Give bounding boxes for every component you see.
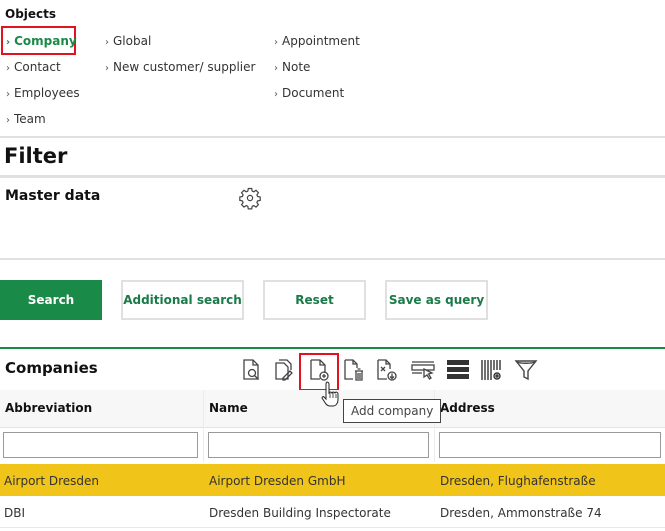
object-link-label: New customer/ supplier xyxy=(113,60,256,74)
address-filter-input[interactable] xyxy=(439,432,661,458)
section-divider xyxy=(0,136,665,138)
object-link-label: Document xyxy=(282,86,345,100)
cell-address: Dresden, Flughafenstraße xyxy=(440,474,596,488)
add-company-tooltip: Add company xyxy=(343,399,442,423)
chevron-right-icon: › xyxy=(105,63,109,74)
object-link-label: Note xyxy=(282,60,311,74)
additional-search-button[interactable]: Additional search xyxy=(121,280,244,320)
filter-heading: Filter xyxy=(4,144,68,168)
cell-abbreviation: DBI xyxy=(4,506,26,520)
object-link-contact[interactable]: › Contact xyxy=(6,60,61,74)
chevron-right-icon: › xyxy=(274,63,278,74)
chevron-right-icon: › xyxy=(274,89,278,100)
reset-button[interactable]: Reset xyxy=(263,280,366,320)
column-header-name[interactable]: Name xyxy=(209,401,248,415)
edit-document-icon[interactable] xyxy=(270,355,298,385)
chevron-right-icon: › xyxy=(105,37,109,48)
export-document-icon[interactable] xyxy=(373,355,401,385)
gear-icon[interactable] xyxy=(238,186,262,210)
section-divider xyxy=(0,175,665,178)
cell-abbreviation: Airport Dresden xyxy=(4,474,100,488)
column-header-abbreviation[interactable]: Abbreviation xyxy=(5,401,92,415)
objects-heading: Objects xyxy=(5,7,57,21)
object-link-label: Contact xyxy=(14,60,61,74)
object-link-document[interactable]: › Document xyxy=(274,86,344,100)
rows-icon[interactable] xyxy=(444,355,472,385)
object-link-new-customer-supplier[interactable]: › New customer/ supplier xyxy=(105,60,255,74)
object-link-global[interactable]: › Global xyxy=(105,34,151,48)
object-link-label: Appointment xyxy=(282,34,360,48)
cell-address: Dresden, Ammonstraße 74 xyxy=(440,506,602,520)
chevron-right-icon: › xyxy=(274,37,278,48)
chevron-right-icon: › xyxy=(6,63,10,74)
object-link-company[interactable]: › Company xyxy=(6,34,77,48)
chevron-right-icon: › xyxy=(6,115,10,126)
cell-name: Dresden Building Inspectorate xyxy=(209,506,391,520)
cell-name: Airport Dresden GmbH xyxy=(209,474,346,488)
master-data-heading: Master data xyxy=(5,188,101,204)
filter-funnel-icon[interactable] xyxy=(512,355,540,385)
column-separator xyxy=(203,390,204,462)
object-link-note[interactable]: › Note xyxy=(274,60,310,74)
chevron-right-icon: › xyxy=(6,37,11,48)
object-link-appointment[interactable]: › Appointment xyxy=(274,34,360,48)
object-link-employees[interactable]: › Employees xyxy=(6,86,80,100)
section-divider xyxy=(0,258,665,260)
select-rows-icon[interactable] xyxy=(409,355,437,385)
object-link-label: Company xyxy=(14,34,77,48)
delete-document-icon[interactable] xyxy=(340,355,368,385)
name-filter-input[interactable] xyxy=(208,432,429,458)
hand-cursor-icon xyxy=(320,380,342,408)
companies-heading: Companies xyxy=(5,359,98,377)
column-header-address[interactable]: Address xyxy=(440,401,495,415)
section-divider xyxy=(0,347,665,349)
save-as-query-button[interactable]: Save as query xyxy=(385,280,488,320)
object-link-team[interactable]: › Team xyxy=(6,112,46,126)
object-link-label: Team xyxy=(14,112,46,126)
abbreviation-filter-input[interactable] xyxy=(3,432,198,458)
object-link-label: Employees xyxy=(14,86,80,100)
view-document-icon[interactable] xyxy=(238,355,266,385)
chevron-right-icon: › xyxy=(6,89,10,100)
column-settings-icon[interactable] xyxy=(478,355,506,385)
object-link-label: Global xyxy=(113,34,152,48)
search-button[interactable]: Search xyxy=(0,280,102,320)
